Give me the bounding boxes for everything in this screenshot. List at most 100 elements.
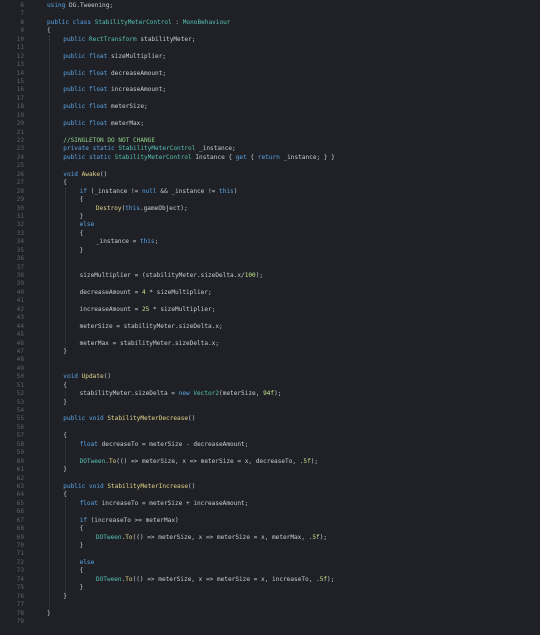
- code-line[interactable]: 8 public class StabilityMeterControl : Mo…: [0, 19, 540, 27]
- code-text: }: [63, 593, 67, 601]
- line-number: 67: [16, 516, 24, 524]
- code-line[interactable]: 77: [0, 601, 540, 609]
- code-line[interactable]: 29 {: [0, 196, 540, 204]
- code-line[interactable]: 49: [0, 365, 540, 373]
- code-line[interactable]: 58 float decreaseTo = meterSize - decreas…: [0, 441, 540, 449]
- code-line[interactable]: 42 increaseAmount = 25 * sizeMultiplier;: [0, 306, 540, 314]
- code-text: public void StabilityMeterDecrease(): [63, 415, 195, 423]
- code-line[interactable]: 73 {: [0, 567, 540, 575]
- code-line[interactable]: 23 private static StabilityMeterControl _…: [0, 145, 540, 153]
- code-line[interactable]: 31}: [0, 213, 540, 221]
- code-line[interactable]: 67 if (increaseTo >= meterMax): [0, 517, 540, 525]
- code-token: );: [255, 272, 264, 279]
- code-line[interactable]: 44 meterSize = stabilityMeter.sizeDelta.x…: [0, 323, 540, 331]
- code-line[interactable]: 36: [0, 255, 540, 263]
- code-line[interactable]: 30 Destroy(this.gameObject);: [0, 205, 540, 213]
- code-line[interactable]: 24 public static StabilityMeterControl In…: [0, 154, 540, 162]
- code-line[interactable]: 33 {: [0, 230, 540, 238]
- code-line[interactable]: 14 public float decreaseAmount;: [0, 70, 540, 78]
- code-line[interactable]: 32 else: [0, 221, 540, 229]
- code-line[interactable]: 66: [0, 508, 540, 516]
- code-line[interactable]: 72 else: [0, 559, 540, 567]
- code-line[interactable]: 34 _instance = this;: [0, 238, 540, 246]
- line-number: 35: [16, 246, 24, 254]
- code-text: public RectTransform stabilityMeter;: [63, 36, 195, 44]
- code-line[interactable]: 16 public float increaseAmount;: [0, 86, 540, 94]
- code-line[interactable]: 21: [0, 129, 540, 137]
- code-line[interactable]: 50 void Update(): [0, 373, 540, 381]
- code-token: float: [79, 440, 98, 448]
- code-line[interactable]: 47}: [0, 348, 540, 356]
- code-line[interactable]: 55 public void StabilityMeterDecrease(): [0, 415, 540, 423]
- code-token: _instance;: [195, 145, 236, 153]
- code-line[interactable]: 54: [0, 407, 540, 415]
- code-line[interactable]: 79: [0, 618, 540, 626]
- line-number: 37: [16, 263, 24, 271]
- code-line[interactable]: 63 public void StabilityMeterIncrease(): [0, 483, 540, 491]
- code-line[interactable]: 69 DOTween.To(() => meterSize, x => meter…: [0, 534, 540, 542]
- code-line[interactable]: 37: [0, 264, 540, 272]
- code-line[interactable]: 12 public float sizeMultiplier;: [0, 53, 540, 61]
- code-token: public float: [63, 103, 108, 111]
- code-line[interactable]: 7: [0, 10, 540, 18]
- code-line[interactable]: 35}: [0, 247, 540, 255]
- code-token: * sizeMultiplier;: [149, 305, 216, 313]
- code-line[interactable]: 15: [0, 78, 540, 86]
- code-line[interactable]: 17: [0, 95, 540, 103]
- code-line[interactable]: 28 if (_instance != null && _instance != …: [0, 188, 540, 196]
- code-line[interactable]: 27 {: [0, 179, 540, 187]
- code-line[interactable]: 48: [0, 356, 540, 364]
- code-text: DOTween.To(() => meterSize, x => meterSi…: [96, 534, 327, 542]
- code-line[interactable]: 64 {: [0, 491, 540, 499]
- code-line[interactable]: 26 void Awake(): [0, 171, 540, 179]
- code-line[interactable]: 10 public RectTransform stabilityMeter;: [0, 36, 540, 44]
- code-line[interactable]: 71: [0, 550, 540, 558]
- code-line[interactable]: 25: [0, 162, 540, 170]
- code-line[interactable]: 61}: [0, 466, 540, 474]
- code-line[interactable]: 75}: [0, 584, 540, 592]
- code-line[interactable]: 60 DOTween.To(() => meterSize, x => meter…: [0, 458, 540, 466]
- code-line[interactable]: 40 decreaseAmount = 4 * sizeMultiplier;: [0, 289, 540, 297]
- line-number: 28: [16, 187, 24, 195]
- code-line[interactable]: 68 {: [0, 525, 540, 533]
- code-line[interactable]: 45: [0, 331, 540, 339]
- code-line[interactable]: 43: [0, 314, 540, 322]
- code-line[interactable]: 74 DOTween.To(() => meterSize, x => meter…: [0, 576, 540, 584]
- code-line[interactable]: 38 sizeMultiplier = (stabilityMeter.sizeD…: [0, 272, 540, 280]
- code-line[interactable]: 41: [0, 297, 540, 305]
- code-text: public void StabilityMeterIncrease(): [63, 483, 195, 491]
- code-line[interactable]: 13: [0, 61, 540, 69]
- indent-guide: [49, 35, 50, 610]
- code-line[interactable]: 22 //SINGLETON DO NOT CHANGE: [0, 137, 540, 145]
- code-line[interactable]: 65 float increaseTo = meterSize + increas…: [0, 500, 540, 508]
- code-text: meterMax = stabilityMeter.sizeDelta.x;: [80, 340, 219, 348]
- line-number: 21: [16, 128, 24, 136]
- code-line[interactable]: 56: [0, 424, 540, 432]
- code-line[interactable]: 46 meterMax = stabilityMeter.sizeDelta.x;: [0, 340, 540, 348]
- code-editor[interactable]: 6 using DG.Tweening; 7 8 public class Stabil…: [0, 0, 540, 635]
- code-line[interactable]: 57 {: [0, 432, 540, 440]
- code-line[interactable]: 20 public float meterMax;: [0, 120, 540, 128]
- code-line[interactable]: 18 public float meterSize;: [0, 103, 540, 111]
- code-line[interactable]: 76}: [0, 593, 540, 601]
- code-line[interactable]: 52 stabilityMeter.sizeDelta = new Vector2…: [0, 390, 540, 398]
- code-text: }: [80, 542, 84, 550]
- code-token: }: [79, 212, 84, 220]
- code-text: }: [47, 610, 51, 618]
- code-line[interactable]: 59: [0, 449, 540, 457]
- code-token: sizeMultiplier;: [107, 52, 167, 60]
- code-text: else: [80, 221, 95, 229]
- code-line[interactable]: 62: [0, 475, 540, 483]
- line-number: 43: [16, 314, 24, 322]
- code-line[interactable]: 78}: [0, 610, 540, 618]
- line-number: 10: [16, 35, 24, 43]
- code-text: {: [63, 382, 67, 390]
- code-line[interactable]: 51 {: [0, 382, 540, 390]
- code-line[interactable]: 9{: [0, 27, 540, 35]
- code-line[interactable]: 19: [0, 112, 540, 120]
- code-line[interactable]: 6 using DG.Tweening;: [0, 2, 540, 10]
- code-line[interactable]: 39: [0, 280, 540, 288]
- code-line[interactable]: 11: [0, 44, 540, 52]
- code-line[interactable]: 53}: [0, 399, 540, 407]
- code-line[interactable]: 70}: [0, 542, 540, 550]
